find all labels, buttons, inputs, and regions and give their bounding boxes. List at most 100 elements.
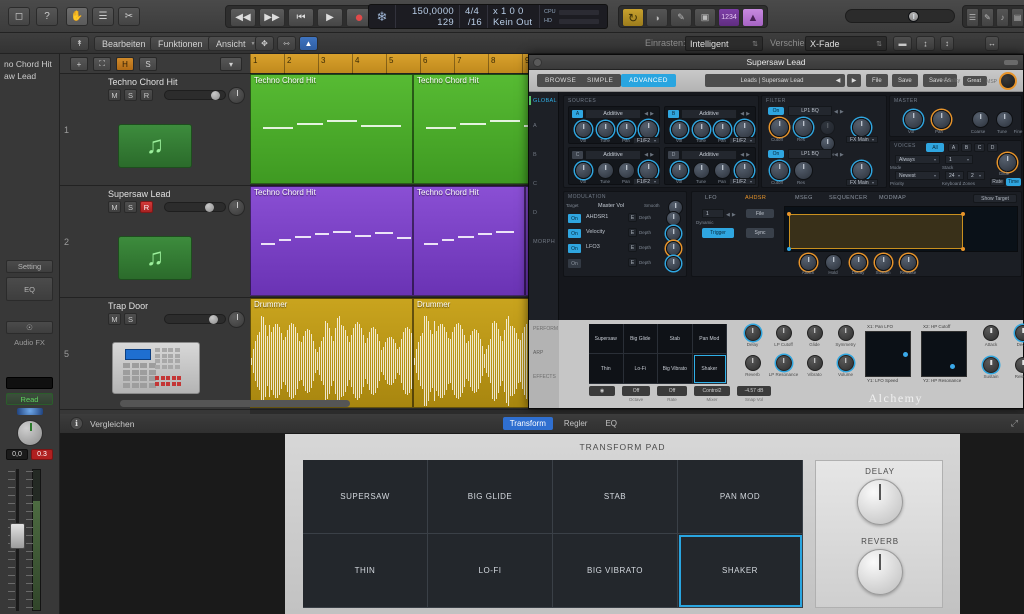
mod-row-3-source[interactable]: LFO3 (586, 244, 600, 250)
eq-button[interactable]: EQ (6, 277, 53, 301)
source-slot-c[interactable]: C Additive ◀▶ Vol Tune Pan F1/F2 ▾ (568, 147, 660, 185)
reverb-big-knob[interactable] (857, 549, 903, 595)
mod-row-4-mode[interactable]: E (628, 258, 637, 267)
tab-advanced[interactable]: ADVANCED (621, 74, 676, 87)
source-a-filter-select[interactable]: F1/F2 ▾ (633, 137, 660, 144)
delay-knob[interactable] (744, 325, 761, 341)
track-pan-knob[interactable] (228, 87, 245, 104)
solo-all-button[interactable]: S (139, 57, 157, 71)
perform-pad-supersaw[interactable]: Supersaw (589, 324, 624, 354)
resize-icon[interactable]: ⤢ (1011, 418, 1018, 429)
region[interactable]: Techno Chord Hit (413, 186, 525, 296)
perform-knob-symmetry[interactable]: Symmetry (830, 325, 861, 355)
perform-knob-volume[interactable]: Volume (830, 355, 861, 385)
env-decay-knob[interactable] (850, 254, 867, 271)
count-in-icon[interactable]: 1234 (718, 8, 740, 27)
filter2-fx-select[interactable]: FX Main ▾ (846, 179, 878, 186)
drag-select[interactable]: X-Fade ⇅ (805, 36, 887, 51)
lcd-settings-icon[interactable]: ❄ (369, 5, 395, 28)
perform-power-icon[interactable]: ◉ (589, 386, 615, 396)
env-tab-lfo[interactable]: LFO (698, 192, 724, 204)
transform-pad-stab[interactable]: STAB (553, 460, 678, 534)
filter1-type[interactable]: LP1 BQ (788, 106, 832, 116)
master-volume-handle[interactable] (908, 11, 919, 22)
add-track-button[interactable]: + (70, 57, 88, 71)
source-c-vol-knob[interactable] (575, 162, 592, 179)
source-a-vol-knob[interactable] (575, 121, 592, 138)
transform-pad-lo-fi[interactable]: LO-FI (428, 534, 553, 608)
list-editors-icon[interactable]: ☰ (966, 8, 979, 27)
go-to-start-button[interactable]: ⏮ (288, 8, 314, 27)
voices-zones-select[interactable]: 2 ▾ (967, 171, 985, 180)
track-name[interactable]: Supersaw Lead (108, 189, 171, 199)
track-icon[interactable]: ↟ (70, 36, 89, 51)
fade-icon[interactable]: ▬ (893, 36, 912, 51)
source-a-type[interactable]: Additive (585, 109, 641, 119)
mod-row-1-on[interactable]: On (568, 214, 581, 223)
perform-rate-value[interactable]: Off (657, 386, 687, 396)
loops-icon[interactable]: ♪ (996, 8, 1009, 27)
source-d-pan-knob[interactable] (714, 162, 731, 179)
metronome-icon[interactable]: ▲ (742, 8, 764, 27)
source-b-tune-knob[interactable] (693, 121, 710, 138)
mod-row-2-on[interactable]: On (568, 229, 581, 238)
mod-row-3-mode[interactable]: E (628, 243, 637, 252)
env-tab-sequencer[interactable]: SEQUENCER (822, 192, 874, 204)
track-pan-knob[interactable] (228, 199, 245, 216)
perform-snap-vol-value[interactable]: -4.57 dB (737, 386, 771, 396)
plugin-titlebar[interactable]: Supersaw Lead (529, 55, 1023, 70)
drum-machine-icon[interactable] (112, 342, 200, 394)
env-release-knob[interactable] (900, 254, 917, 271)
lcd-signature-cell[interactable]: 4/4 /16 (459, 5, 487, 28)
click-icon[interactable]: ▣ (694, 8, 716, 27)
source-a-pan-knob[interactable] (618, 121, 635, 138)
modulation-target-value[interactable]: Master Vol (598, 203, 624, 209)
source-b-filter-select[interactable]: F1/F2 ▾ (729, 137, 756, 144)
env-tab-ahdsr[interactable]: AHDSR (738, 192, 773, 204)
perform-pad-grid[interactable]: Supersaw Big Glide Stab Pan Mod Thin Lo-… (589, 324, 727, 384)
track-record-button[interactable]: R (140, 201, 153, 213)
automation-icon[interactable]: ▲ (299, 36, 318, 51)
perform-knob-vibrato[interactable]: Vibrato (799, 355, 830, 385)
track-name[interactable]: Trap Door (108, 301, 148, 311)
hide-button[interactable]: H (116, 57, 134, 71)
delay-big-knob[interactable] (857, 479, 903, 525)
track-volume-handle[interactable] (209, 315, 218, 324)
nav-b[interactable]: B (529, 134, 558, 163)
source-slot-a[interactable]: A Additive ◀▶ Vol Tune Pan F1/F2 ▾ (568, 106, 660, 144)
cycle-icon[interactable]: ↻ (622, 8, 644, 27)
nav-c[interactable]: C (529, 163, 558, 192)
perform-knob-reverb[interactable]: Reverb (737, 355, 768, 385)
filter1-on-button[interactable]: On (768, 107, 784, 115)
source-d-vol-knob[interactable] (671, 162, 688, 179)
flex-tool-icon[interactable]: ⇿ (277, 36, 296, 51)
autopunch-icon[interactable]: ◑ (646, 8, 668, 27)
track-mute-button[interactable]: M (108, 201, 121, 213)
perform-pad-pan-mod[interactable]: Pan Mod (692, 324, 727, 354)
info-icon[interactable]: ℹ (70, 417, 83, 430)
source-d-filter-select[interactable]: F1/F2 ▾ (729, 178, 756, 185)
mod-row-1-mode[interactable]: E (628, 213, 637, 222)
nav-morph[interactable]: MORPH (529, 221, 558, 250)
nav-a[interactable]: A (529, 109, 558, 134)
quality-value[interactable]: Great (963, 75, 987, 86)
lp-resonance-knob[interactable] (775, 355, 792, 371)
source-slot-d[interactable]: D Additive ◀▶ Vol Tune Pan F1/F2 ▾ (664, 147, 756, 185)
lcd-display[interactable]: ❄ 150,0000 129 4/4 /16 x 1 0 0 Kein Out … (368, 4, 608, 29)
library-icon[interactable]: ◻ (8, 7, 30, 26)
track-volume-handle[interactable] (205, 203, 214, 212)
horizontal-scrollbar[interactable] (120, 400, 350, 407)
source-d-tune-knob[interactable] (693, 162, 710, 179)
mod-row-2-source[interactable]: Velocity (586, 229, 605, 235)
zoom-tool-icon[interactable]: ✥ (255, 36, 274, 51)
source-a-on[interactable]: A (572, 110, 583, 118)
glide-rate-button[interactable]: Rate (990, 178, 1005, 186)
region[interactable]: Techno Chord Hit (250, 186, 413, 296)
software-instrument-icon[interactable]: ♫ (118, 236, 192, 280)
xy-pad-2[interactable] (921, 331, 967, 377)
voices-a-button[interactable]: A (948, 143, 959, 152)
filter1-nav-icon[interactable]: ◀▶ (834, 109, 883, 115)
transform-pad-pan-mod[interactable]: PAN MOD (678, 460, 803, 534)
envelope-graph[interactable] (784, 206, 1018, 252)
perform-nav-effects[interactable]: EFFECTS (529, 356, 559, 380)
